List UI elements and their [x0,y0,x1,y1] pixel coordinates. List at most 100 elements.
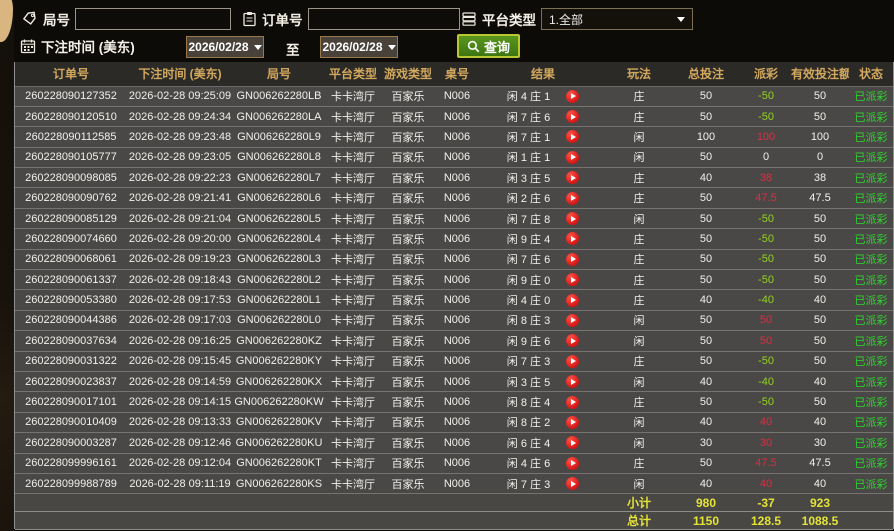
table-no-cell: N006 [435,86,479,107]
video-play-icon[interactable] [566,415,580,429]
game-no-input[interactable] [75,8,231,30]
valid-bet-cell: 50 [791,249,849,271]
valid-bet-cell: 100 [791,126,849,148]
valid-bet-cell: 30 [791,432,849,454]
video-play-icon[interactable] [566,252,580,266]
table-row: 260228090068061 2026-02-28 09:19:23 GN0062… [15,249,893,271]
result-cell: 闲 4 庄 0 [479,289,607,311]
video-play-icon[interactable] [566,191,580,205]
payout-cell: 38 [741,167,791,189]
order-no-input[interactable] [307,8,460,30]
empty-cell [127,493,233,513]
video-play-icon[interactable] [566,293,580,307]
empty-cell [325,511,381,531]
play-cell: 庄 [607,351,671,372]
platform-cell: 卡卡湾厅 [325,249,381,271]
total-bet-cell: 40 [671,167,741,189]
time-cell: 2026-02-28 09:14:59 [127,371,233,393]
total-bet-cell: 40 [671,371,741,393]
table-no-cell: N006 [435,473,479,495]
video-play-icon[interactable] [566,232,580,246]
total-bet-cell: 50 [671,106,741,128]
video-play-icon[interactable] [566,354,580,368]
table-no-cell: N006 [435,310,479,332]
empty-cell [849,493,893,513]
time-cell: 2026-02-28 09:23:05 [127,147,233,169]
video-play-icon[interactable] [566,477,580,491]
summary-label-cell: 总计 [607,511,671,531]
video-play-icon[interactable] [566,110,580,124]
table-no-cell: N006 [435,167,479,189]
result-text: 闲 6 庄 4 [506,437,551,450]
video-play-icon[interactable] [566,212,580,226]
game-type-cell: 百家乐 [381,126,435,148]
result-cell: 闲 2 庄 6 [479,187,607,209]
status-cell: 已派彩 [849,269,893,291]
table-row: 260228090085129 2026-02-28 09:21:04 GN0062… [15,208,893,230]
video-play-icon[interactable] [566,171,580,185]
valid-bet-cell: 50 [791,86,849,107]
play-cell: 闲 [607,310,671,332]
video-play-icon[interactable] [566,130,580,144]
result-cell: 闲 7 庄 3 [479,473,607,495]
result-content: 闲 1 庄 1 [480,149,606,165]
date-to-picker[interactable]: 2026/02/28 [320,36,398,58]
total-bet-cell: 50 [671,249,741,271]
order-cell: 260228090074660 [15,228,127,250]
game-type-cell: 百家乐 [381,269,435,291]
play-cell: 闲 [607,412,671,434]
game-type-cell: 百家乐 [381,371,435,393]
time-cell: 2026-02-28 09:25:09 [127,86,233,107]
video-play-icon[interactable] [566,436,580,450]
table-header-row: 订单号 下注时间 (美东) 局号 平台类型 游戏类型 桌号 结果 玩法 总投注 … [15,62,893,87]
video-play-icon[interactable] [566,313,580,327]
platform-type-filter: 平台类型 1.全部 [461,8,693,30]
video-play-icon[interactable] [566,334,580,348]
play-cell: 庄 [607,228,671,250]
search-button[interactable]: 查询 [457,34,521,58]
date-from-picker[interactable]: 2026/02/28 [186,36,264,58]
table-row: 260228090023837 2026-02-28 09:14:59 GN0062… [15,371,893,393]
payout-cell: 0 [741,147,791,169]
platform-cell: 卡卡湾厅 [325,126,381,148]
video-play-icon[interactable] [566,456,580,470]
result-content: 闲 2 庄 6 [480,190,606,206]
table-row: 260228090031322 2026-02-28 09:15:45 GN0062… [15,351,893,372]
empty-cell [381,511,435,531]
video-play-icon[interactable] [566,395,580,409]
video-play-icon[interactable] [566,273,580,287]
payout-cell: -50 [741,86,791,107]
game-type-cell: 百家乐 [381,228,435,250]
payout-cell: -50 [741,228,791,250]
total-bet-cell: 50 [671,351,741,372]
order-cell: 260228090061337 [15,269,127,291]
game-type-cell: 百家乐 [381,167,435,189]
play-cell: 庄 [607,106,671,128]
game-no-cell: GN006262280L8 [233,147,325,169]
time-cell: 2026-02-28 09:21:04 [127,208,233,230]
play-cell: 闲 [607,330,671,352]
status-cell: 已派彩 [849,249,893,271]
video-play-icon[interactable] [566,89,580,103]
status-cell: 已派彩 [849,126,893,148]
video-play-icon[interactable] [566,375,580,389]
result-content: 闲 3 庄 5 [480,374,606,390]
header-table-no: 桌号 [435,62,479,87]
platform-type-select[interactable]: 1.全部 [541,8,693,30]
result-content: 闲 6 庄 4 [480,435,606,451]
result-content: 闲 4 庄 6 [480,455,606,471]
summary-label-cell: 小计 [607,493,671,513]
game-no-cell: GN006262280KX [233,371,325,393]
list-icon [461,11,477,27]
header-bet-time: 下注时间 (美东) [127,62,233,87]
game-type-cell: 百家乐 [381,412,435,434]
result-cell: 闲 8 庄 2 [479,412,607,434]
result-cell: 闲 6 庄 4 [479,432,607,454]
result-content: 闲 8 庄 2 [480,414,606,430]
result-text: 闲 7 庄 8 [506,213,551,226]
video-play-icon[interactable] [566,150,580,164]
platform-cell: 卡卡湾厅 [325,147,381,169]
payout-cell: 30 [741,432,791,454]
time-cell: 2026-02-28 09:16:25 [127,330,233,352]
valid-bet-cell: 40 [791,412,849,434]
